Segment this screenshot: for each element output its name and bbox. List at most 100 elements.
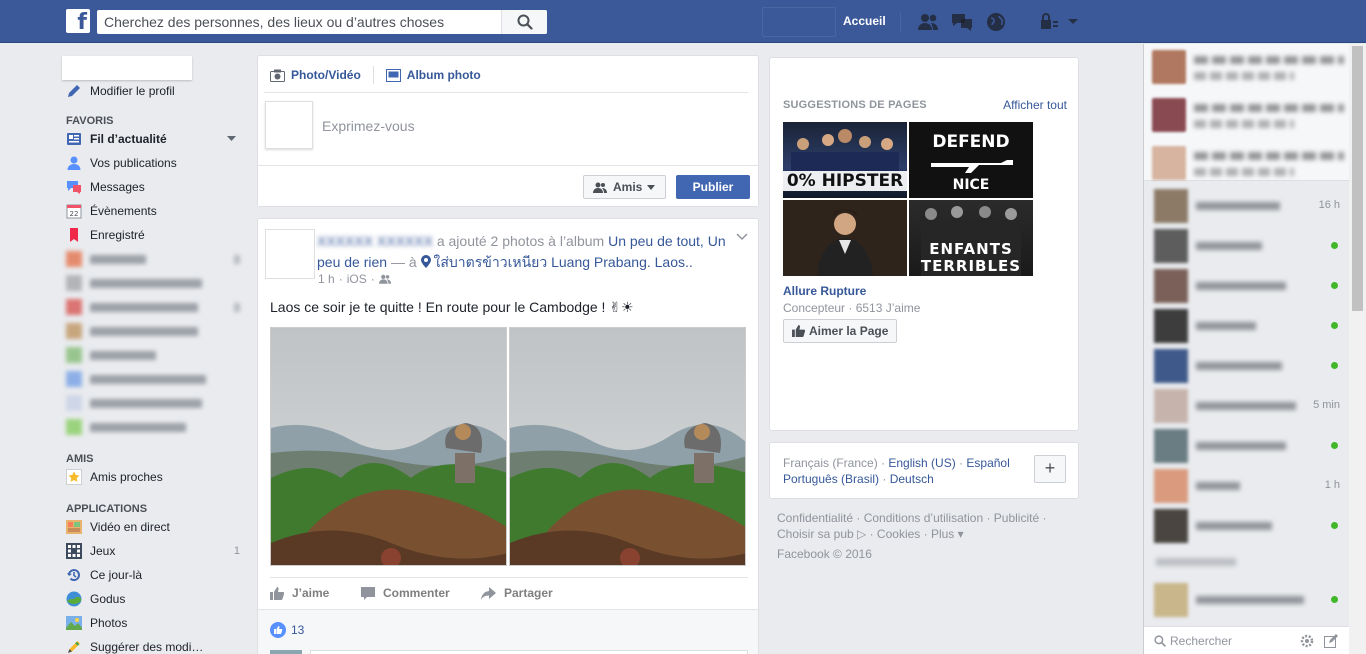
footer-links[interactable]: Confidentialité · Conditions d’utilisati… xyxy=(777,510,1067,542)
publish-button[interactable]: Publier xyxy=(676,175,750,199)
chat-contact[interactable] xyxy=(1154,349,1340,383)
avatar xyxy=(1154,469,1188,503)
chat-contact[interactable] xyxy=(1154,269,1340,303)
chat-contact[interactable] xyxy=(1154,583,1340,617)
composer-footer: Amis Publier xyxy=(258,165,758,206)
chat-search-input[interactable] xyxy=(1170,632,1290,650)
chat-contact[interactable]: 1 h xyxy=(1154,469,1340,503)
sidebar-item-messages[interactable]: Messages xyxy=(66,177,246,197)
last-active-time: 1 h xyxy=(1324,479,1340,491)
group-icon xyxy=(66,347,82,363)
author-name-redacted[interactable]: XXXXXX XXXXXX xyxy=(317,233,433,249)
pencil-icon xyxy=(68,85,80,97)
compose-message-icon[interactable] xyxy=(1324,634,1338,648)
sidebar-item-publications[interactable]: Vos publications xyxy=(66,153,246,173)
language-option[interactable]: Español xyxy=(966,456,1009,470)
sidebar-item-suggest-edits[interactable]: Suggérer des modi… xyxy=(66,637,246,654)
gear-icon[interactable] xyxy=(1300,634,1314,648)
chat-contact[interactable] xyxy=(1154,309,1340,343)
redacted-text xyxy=(1194,120,1294,128)
sidebar-item-games[interactable]: Jeux 1 xyxy=(66,541,246,561)
sidebar-item-redacted[interactable] xyxy=(66,393,246,413)
sidebar-item-redacted[interactable] xyxy=(66,321,246,341)
avatar[interactable] xyxy=(265,101,313,149)
avatar xyxy=(1152,98,1186,132)
audience-selector[interactable]: Amis xyxy=(583,175,666,199)
more-languages-button[interactable]: + xyxy=(1034,455,1066,483)
redacted-label xyxy=(90,350,156,360)
suggested-page-name[interactable]: Allure Rupture xyxy=(783,284,866,298)
like-button[interactable]: J’aime xyxy=(270,586,329,600)
language-option[interactable]: English (US) xyxy=(888,456,955,470)
chat-sidebar: 16 h 5 min 1 h xyxy=(1143,44,1350,654)
chat-contact[interactable] xyxy=(1154,509,1340,543)
chat-contact[interactable]: 5 min xyxy=(1154,389,1340,423)
suggested-page-cover[interactable]: 0% HIPSTER DEFEND NICE ENFANTS TERRIBLES xyxy=(783,122,1034,277)
redacted-label xyxy=(90,254,146,264)
like-count[interactable]: 13 xyxy=(270,622,304,638)
like-page-button[interactable]: Aimer la Page xyxy=(783,319,897,343)
facebook-logo[interactable]: f xyxy=(66,9,90,33)
language-option[interactable]: Português (Brasil) xyxy=(783,472,879,486)
sidebar-item-events[interactable]: 22 Évènements xyxy=(66,201,246,221)
sidebar-item-godus[interactable]: Godus xyxy=(66,589,246,609)
avatar[interactable] xyxy=(265,229,315,279)
sidebar-item-news-feed[interactable]: Fil d’actualité xyxy=(66,129,246,149)
see-all-link[interactable]: Afficher tout xyxy=(1003,98,1067,112)
tab-photo-video[interactable]: Photo/Vidéo xyxy=(270,68,361,82)
place-link[interactable]: ใส่บาตรข้าวเหนียว Luang Prabang. Laos.. xyxy=(434,254,693,270)
chat-contact[interactable] xyxy=(1154,229,1340,263)
ticker-story[interactable] xyxy=(1152,50,1344,90)
comment-input[interactable] xyxy=(310,650,748,654)
post-time[interactable]: 1 h xyxy=(318,272,335,286)
chat-contact[interactable]: 16 h xyxy=(1154,189,1340,223)
home-link[interactable]: Accueil xyxy=(843,14,886,28)
privacy-lock-icon[interactable] xyxy=(1038,11,1062,33)
comment-icon xyxy=(361,586,375,600)
sidebar-item-redacted[interactable] xyxy=(66,249,246,269)
search-button[interactable] xyxy=(501,10,547,34)
scrollbar-thumb[interactable] xyxy=(1352,46,1363,311)
comment-button[interactable]: Commenter xyxy=(361,586,450,600)
redacted-section-heading xyxy=(1156,558,1236,566)
sidebar-item-close-friends[interactable]: Amis proches xyxy=(66,467,246,487)
profile-name-card[interactable] xyxy=(62,56,192,80)
redacted-name xyxy=(1196,596,1304,604)
sidebar-item-saved[interactable]: Enregistré xyxy=(66,225,246,245)
language-option[interactable]: Deutsch xyxy=(890,472,934,486)
sidebar-item-redacted[interactable] xyxy=(66,369,246,389)
post-options-chevron-icon[interactable] xyxy=(736,233,748,241)
cover-tile: DEFEND NICE xyxy=(909,122,1033,198)
messages-icon[interactable] xyxy=(950,11,974,33)
post-photo[interactable] xyxy=(270,327,507,566)
ticker-story[interactable] xyxy=(1152,146,1344,186)
chat-contact[interactable] xyxy=(1154,429,1340,463)
friend-requests-icon[interactable] xyxy=(916,11,940,33)
account-menu-chevron-icon[interactable] xyxy=(1064,11,1088,33)
post-meta: 1 h · iOS · xyxy=(318,272,391,286)
friends-audience-icon[interactable] xyxy=(378,274,391,284)
profile-shortcut[interactable] xyxy=(762,7,836,37)
sidebar-item-redacted[interactable] xyxy=(66,297,246,317)
tab-album-label: Album photo xyxy=(406,68,481,82)
tab-album[interactable]: Album photo xyxy=(385,68,481,82)
share-button[interactable]: Partager xyxy=(481,586,553,600)
sidebar-item-photos[interactable]: Photos xyxy=(66,613,246,633)
post-photo[interactable] xyxy=(509,327,746,566)
ticker-story[interactable] xyxy=(1152,98,1344,138)
edit-profile-link[interactable]: Modifier le profil xyxy=(66,81,246,101)
chevron-down-icon xyxy=(647,184,656,190)
notifications-globe-icon[interactable] xyxy=(984,11,1008,33)
sidebar-item-redacted[interactable] xyxy=(66,417,246,437)
chevron-down-icon[interactable] xyxy=(227,136,236,142)
sidebar-item-redacted[interactable] xyxy=(66,345,246,365)
sidebar-item-redacted[interactable] xyxy=(66,273,246,293)
sidebar-item-on-this-day[interactable]: Ce jour-là xyxy=(66,565,246,585)
composer-input[interactable]: Exprimez-vous xyxy=(322,118,415,134)
page-scrollbar[interactable] xyxy=(1349,44,1366,654)
suggestions-title: SUGGESTIONS DE PAGES xyxy=(783,99,927,111)
thumbs-up-icon xyxy=(270,586,284,600)
search-input[interactable] xyxy=(97,10,497,34)
tab-photo-video-label: Photo/Vidéo xyxy=(291,68,361,82)
sidebar-item-live-video[interactable]: Vidéo en direct xyxy=(66,517,246,537)
